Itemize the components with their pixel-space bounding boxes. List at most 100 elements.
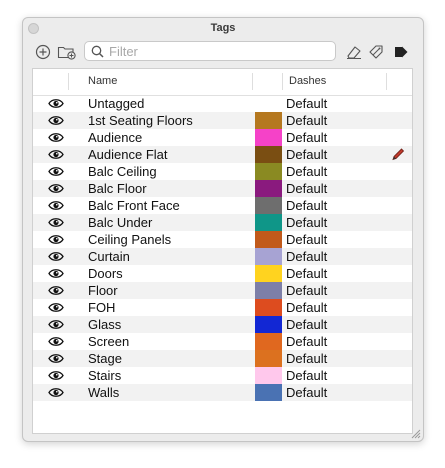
tag-dashes[interactable]: Default bbox=[286, 96, 327, 111]
column-separator[interactable] bbox=[282, 73, 283, 90]
tag-color-swatch[interactable] bbox=[255, 350, 282, 367]
eye-icon[interactable] bbox=[48, 353, 64, 364]
tag-name[interactable]: Untagged bbox=[88, 96, 144, 111]
tag-dashes[interactable]: Default bbox=[286, 351, 327, 366]
search-input[interactable] bbox=[109, 43, 329, 59]
eye-icon[interactable] bbox=[48, 98, 64, 109]
tag-row[interactable]: Stage Default bbox=[33, 350, 412, 367]
tag-row[interactable]: Audience Default bbox=[33, 129, 412, 146]
tag-name[interactable]: Balc Floor bbox=[88, 181, 147, 196]
tag-row[interactable]: Balc Under Default bbox=[33, 214, 412, 231]
eye-icon[interactable] bbox=[48, 115, 64, 126]
tag-name[interactable]: Stairs bbox=[88, 368, 121, 383]
tag-color-swatch[interactable] bbox=[255, 231, 282, 248]
tag-color-swatch[interactable] bbox=[255, 197, 282, 214]
tag-color-swatch[interactable] bbox=[255, 214, 282, 231]
tag-dashes[interactable]: Default bbox=[286, 283, 327, 298]
eye-icon[interactable] bbox=[48, 132, 64, 143]
purge-button[interactable] bbox=[344, 42, 364, 62]
eye-icon[interactable] bbox=[48, 183, 64, 194]
tag-color-swatch[interactable] bbox=[255, 333, 282, 350]
column-header-dashes[interactable]: Dashes bbox=[289, 75, 326, 87]
tag-dashes[interactable]: Default bbox=[286, 249, 327, 264]
eye-icon[interactable] bbox=[48, 285, 64, 296]
tag-color-swatch[interactable] bbox=[255, 299, 282, 316]
eye-icon[interactable] bbox=[48, 302, 64, 313]
tag-dashes[interactable]: Default bbox=[286, 164, 327, 179]
tag-name[interactable]: Audience Flat bbox=[88, 147, 168, 162]
tag-dashes[interactable]: Default bbox=[286, 130, 327, 145]
eye-icon[interactable] bbox=[48, 149, 64, 160]
resize-grip-icon[interactable] bbox=[411, 429, 421, 439]
tag-name[interactable]: 1st Seating Floors bbox=[88, 113, 193, 128]
eye-icon[interactable] bbox=[48, 336, 64, 347]
column-separator[interactable] bbox=[386, 73, 387, 90]
tag-color-swatch[interactable] bbox=[255, 384, 282, 401]
column-header-name[interactable]: Name bbox=[88, 75, 117, 87]
tag-name[interactable]: Balc Under bbox=[88, 215, 152, 230]
tag-row[interactable]: Untagged Default bbox=[33, 95, 412, 112]
tag-tool-button[interactable] bbox=[367, 42, 387, 62]
tag-dashes[interactable]: Default bbox=[286, 198, 327, 213]
tag-name[interactable]: Stage bbox=[88, 351, 122, 366]
tag-name[interactable]: Balc Front Face bbox=[88, 198, 180, 213]
tag-name[interactable]: Glass bbox=[88, 317, 121, 332]
tag-row[interactable]: Balc Front Face Default bbox=[33, 197, 412, 214]
eye-icon[interactable] bbox=[48, 319, 64, 330]
tag-color-swatch[interactable] bbox=[255, 282, 282, 299]
tag-dashes[interactable]: Default bbox=[286, 300, 327, 315]
column-separator[interactable] bbox=[68, 73, 69, 90]
tag-dashes[interactable]: Default bbox=[286, 232, 327, 247]
eye-icon[interactable] bbox=[48, 370, 64, 381]
eye-icon[interactable] bbox=[48, 387, 64, 398]
details-button[interactable] bbox=[391, 42, 411, 62]
tag-name[interactable]: Doors bbox=[88, 266, 123, 281]
tag-name[interactable]: Balc Ceiling bbox=[88, 164, 157, 179]
column-separator[interactable] bbox=[252, 73, 253, 90]
tag-name[interactable]: FOH bbox=[88, 300, 115, 315]
tag-dashes[interactable]: Default bbox=[286, 334, 327, 349]
tag-dashes[interactable]: Default bbox=[286, 368, 327, 383]
tag-row[interactable]: Balc Floor Default bbox=[33, 180, 412, 197]
eye-icon[interactable] bbox=[48, 234, 64, 245]
tag-row[interactable]: FOH Default bbox=[33, 299, 412, 316]
tag-color-swatch[interactable] bbox=[255, 112, 282, 129]
tag-dashes[interactable]: Default bbox=[286, 385, 327, 400]
tag-name[interactable]: Audience bbox=[88, 130, 142, 145]
tag-name[interactable]: Ceiling Panels bbox=[88, 232, 171, 247]
eye-icon[interactable] bbox=[48, 200, 64, 211]
tag-row[interactable]: Balc Ceiling Default bbox=[33, 163, 412, 180]
tag-color-swatch[interactable] bbox=[255, 146, 282, 163]
tag-row[interactable]: Glass Default bbox=[33, 316, 412, 333]
tag-dashes[interactable]: Default bbox=[286, 317, 327, 332]
tag-row[interactable]: Ceiling Panels Default bbox=[33, 231, 412, 248]
tag-color-swatch[interactable] bbox=[255, 163, 282, 180]
tag-name[interactable]: Screen bbox=[88, 334, 129, 349]
tag-name[interactable]: Floor bbox=[88, 283, 118, 298]
tag-dashes[interactable]: Default bbox=[286, 113, 327, 128]
tag-row[interactable]: 1st Seating Floors Default bbox=[33, 112, 412, 129]
eye-icon[interactable] bbox=[48, 268, 64, 279]
eye-icon[interactable] bbox=[48, 166, 64, 177]
tag-color-swatch[interactable] bbox=[255, 248, 282, 265]
tag-color-swatch[interactable] bbox=[255, 129, 282, 146]
tag-row[interactable]: Screen Default bbox=[33, 333, 412, 350]
tag-row[interactable]: Floor Default bbox=[33, 282, 412, 299]
tag-row[interactable]: Walls Default bbox=[33, 384, 412, 401]
tag-row[interactable]: Audience Flat Default bbox=[33, 146, 412, 163]
tag-dashes[interactable]: Default bbox=[286, 147, 327, 162]
tag-dashes[interactable]: Default bbox=[286, 266, 327, 281]
tag-dashes[interactable]: Default bbox=[286, 181, 327, 196]
tag-color-swatch[interactable] bbox=[255, 265, 282, 282]
search-field[interactable] bbox=[84, 41, 336, 61]
tag-row[interactable]: Doors Default bbox=[33, 265, 412, 282]
tag-row[interactable]: Curtain Default bbox=[33, 248, 412, 265]
tag-name[interactable]: Walls bbox=[88, 385, 119, 400]
tag-row[interactable]: Stairs Default bbox=[33, 367, 412, 384]
tag-color-swatch[interactable] bbox=[255, 180, 282, 197]
tag-dashes[interactable]: Default bbox=[286, 215, 327, 230]
tag-color-swatch[interactable] bbox=[255, 367, 282, 384]
tag-color-swatch[interactable] bbox=[255, 316, 282, 333]
eye-icon[interactable] bbox=[48, 251, 64, 262]
add-tag-button[interactable] bbox=[33, 42, 53, 62]
